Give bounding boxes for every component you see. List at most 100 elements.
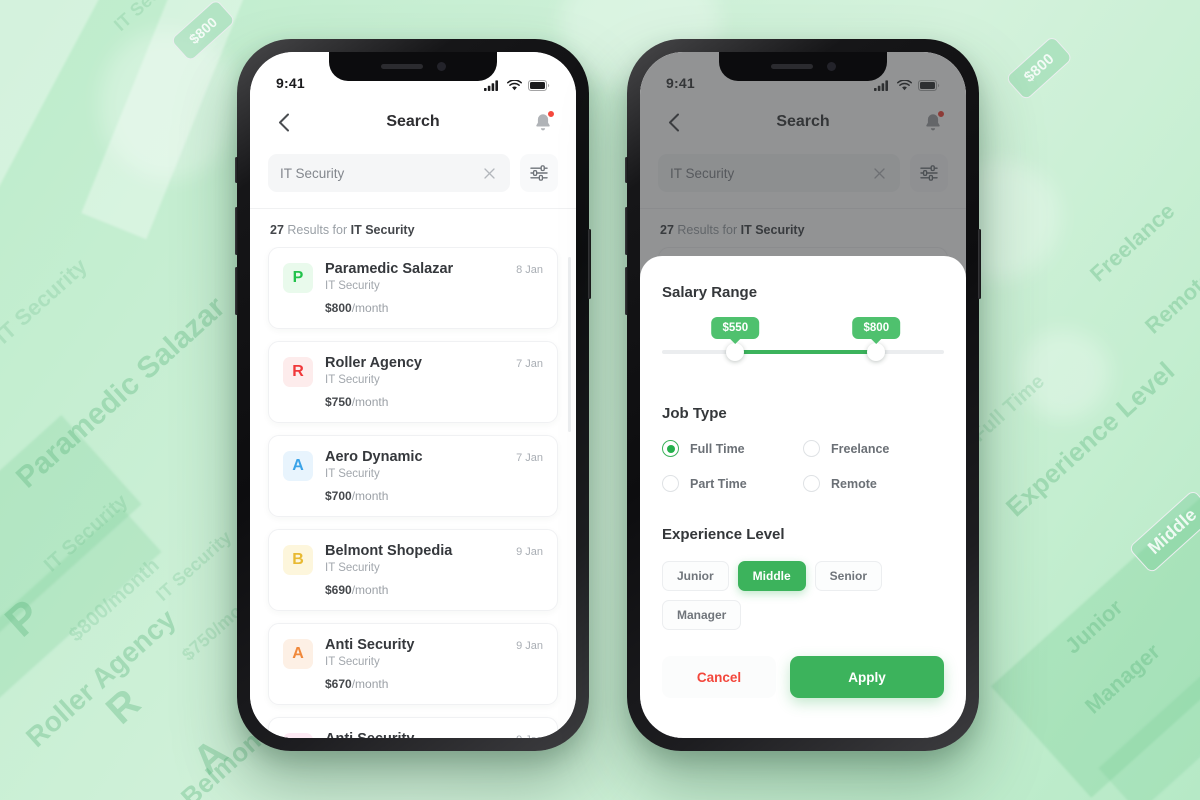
experience-chip-middle[interactable]: Middle <box>737 561 806 591</box>
phone-left-notch <box>329 52 497 81</box>
job-category: IT Security <box>325 468 380 480</box>
phone-right-notch <box>719 52 887 81</box>
open-filters-button[interactable] <box>520 154 558 192</box>
job-posted-date: 9 Jan <box>516 731 543 738</box>
bg-watermark-6: IT Security <box>152 526 236 605</box>
sliders-icon <box>530 165 548 181</box>
salary-range-title: Salary Range <box>662 284 758 301</box>
nav-bar-left: Search <box>250 96 576 148</box>
experience-chip-junior[interactable]: Junior <box>662 561 729 591</box>
results-summary: 27 Results for IT Security <box>250 209 576 247</box>
phone-right-mute-button[interactable] <box>625 157 628 183</box>
job-posted-date: 7 Jan <box>516 452 543 464</box>
phone-right-volume-up-button[interactable] <box>625 207 628 255</box>
job-card[interactable]: P Paramedic Salazar 8 Jan IT Security $800/m… <box>268 247 558 329</box>
job-posted-date: 8 Jan <box>516 264 543 276</box>
job-posted-date: 7 Jan <box>516 358 543 370</box>
job-header: Belmont Shopedia 9 Jan <box>325 543 543 559</box>
phone-right-power-button[interactable] <box>978 229 981 299</box>
slider-max-value-bubble: $800 <box>852 317 901 339</box>
job-salary: $800/month <box>325 301 389 315</box>
job-category: IT Security <box>325 374 380 386</box>
cancel-button[interactable]: Cancel <box>662 656 777 698</box>
bg-blob-3 <box>100 30 240 180</box>
experience-chip-senior[interactable]: Senior <box>814 561 883 591</box>
job-type-option-freelance[interactable]: Freelance <box>803 440 944 457</box>
job-category: IT Security <box>325 280 380 292</box>
slider-handle-max[interactable] <box>867 343 886 361</box>
job-company-name: Anti Security <box>325 637 415 653</box>
earpiece-speaker <box>770 64 813 69</box>
phone-left-screen-area: 9:41 Search IT Security 27 Results for I… <box>250 52 576 738</box>
job-type-option-full-time[interactable]: Full Time <box>662 440 803 457</box>
job-category: IT Security <box>325 656 380 668</box>
job-details: Aero Dynamic 7 Jan IT Security $700/month <box>325 449 543 503</box>
notifications-button[interactable] <box>530 109 556 135</box>
filters-sheet: Salary Range $550 $800 Job Type Full Tim… <box>640 256 966 738</box>
front-camera-icon <box>826 62 836 71</box>
job-card[interactable]: A Anti Security9 JanIT Security$650/month <box>268 717 558 738</box>
job-details: Paramedic Salazar 8 Jan IT Security $800/mo… <box>325 261 543 315</box>
scene: IT Security Paramedic Salazar IT Security $… <box>0 0 1200 800</box>
search-input-value: IT Security <box>280 165 345 181</box>
bg-watermark-12: Freelance <box>1085 198 1180 287</box>
experience-level-options: Junior Middle Senior Manager <box>662 561 944 630</box>
company-avatar: A <box>283 451 313 481</box>
radio-icon <box>803 440 820 457</box>
bg-watermark-13: Remote <box>1140 265 1200 339</box>
job-type-options: Full Time Freelance Part Time Remote <box>662 440 944 492</box>
job-card[interactable]: A Aero Dynamic 7 Jan IT Security $700/month <box>268 435 558 517</box>
phone-left-volume-down-button[interactable] <box>235 267 238 315</box>
job-type-title: Job Type <box>662 405 727 422</box>
status-icons <box>484 80 550 91</box>
job-card[interactable]: A Anti Security 9 Jan IT Security $670/month <box>268 623 558 705</box>
radio-icon <box>662 475 679 492</box>
search-input[interactable]: IT Security <box>268 154 510 192</box>
job-company-name: Anti Security <box>325 731 516 738</box>
job-type-option-part-time[interactable]: Part Time <box>662 475 803 492</box>
phone-left-power-button[interactable] <box>588 229 591 299</box>
job-company-name: Aero Dynamic <box>325 449 423 465</box>
job-type-option-remote[interactable]: Remote <box>803 475 944 492</box>
job-salary: $670/month <box>325 677 389 691</box>
company-avatar: A <box>283 733 313 738</box>
salary-range-slider[interactable]: $550 $800 <box>662 317 944 365</box>
back-button[interactable] <box>270 108 298 136</box>
results-suffix: Results for <box>287 223 348 237</box>
apply-button[interactable]: Apply <box>790 656 944 698</box>
phone-right-volume-down-button[interactable] <box>625 267 628 315</box>
company-avatar: R <box>283 357 313 387</box>
results-count: 27 <box>270 223 284 237</box>
job-type-label: Freelance <box>831 441 890 456</box>
notification-badge <box>547 110 555 118</box>
job-card[interactable]: R Roller Agency 7 Jan IT Security $750/month <box>268 341 558 423</box>
phone-left-volume-up-button[interactable] <box>235 207 238 255</box>
job-company-name: Paramedic Salazar <box>325 261 454 277</box>
front-camera-icon <box>436 62 446 71</box>
battery-icon <box>528 80 550 91</box>
phone-left-mute-button[interactable] <box>235 157 238 183</box>
job-company-name: Roller Agency <box>325 355 422 371</box>
job-details: Belmont Shopedia 9 Jan IT Security $690/mon… <box>325 543 543 597</box>
company-avatar: A <box>283 639 313 669</box>
job-card[interactable]: B Belmont Shopedia 9 Jan IT Security $690/mo… <box>268 529 558 611</box>
clear-search-button[interactable] <box>480 164 498 182</box>
list-scrollbar[interactable] <box>568 257 571 432</box>
job-type-label: Full Time <box>690 441 745 456</box>
job-salary: $750/month <box>325 395 389 409</box>
job-posted-date: 9 Jan <box>516 546 543 558</box>
search-row: IT Security <box>250 148 576 208</box>
job-header: Aero Dynamic 7 Jan <box>325 449 543 465</box>
results-query: IT Security <box>350 223 415 237</box>
job-type-label: Remote <box>831 476 877 491</box>
earpiece-speaker <box>380 64 423 69</box>
job-header: Anti Security9 Jan <box>325 731 543 738</box>
job-details: Anti Security 9 Jan IT Security $670/month <box>325 637 543 691</box>
job-header: Roller Agency 7 Jan <box>325 355 543 371</box>
job-results-list[interactable]: P Paramedic Salazar 8 Jan IT Security $800/m… <box>250 247 576 738</box>
slider-handle-min[interactable] <box>726 343 745 361</box>
job-salary: $690/month <box>325 583 389 597</box>
status-time: 9:41 <box>276 75 305 91</box>
experience-chip-manager[interactable]: Manager <box>662 600 742 630</box>
job-details: Roller Agency 7 Jan IT Security $750/month <box>325 355 543 409</box>
